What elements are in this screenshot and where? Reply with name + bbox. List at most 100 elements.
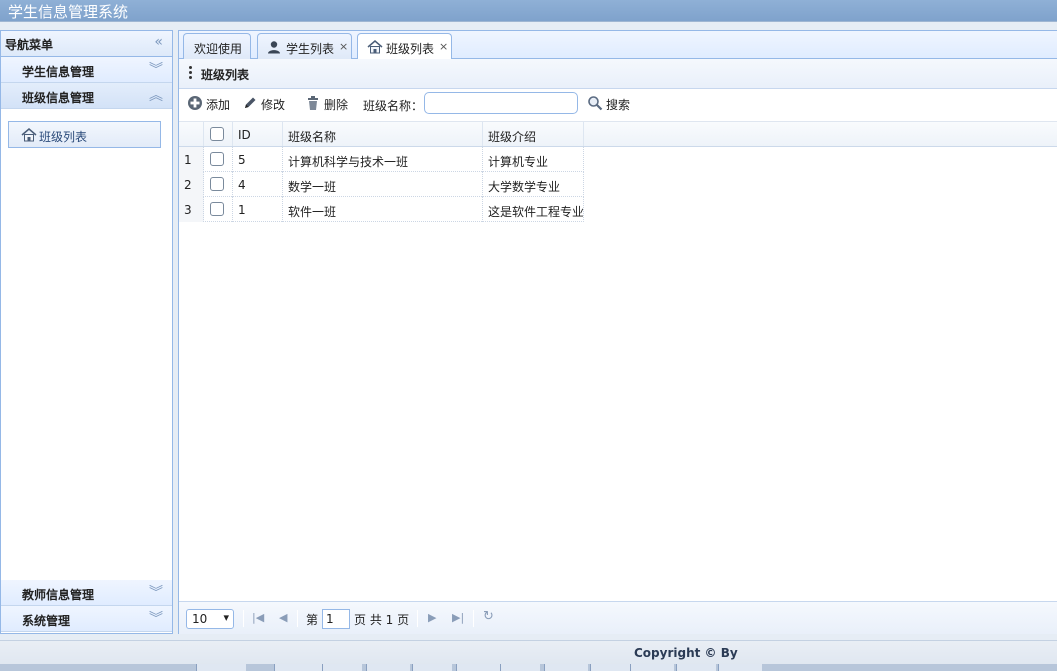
cell-intro: 这是软件工程专业: [483, 197, 584, 222]
accordion-label: 学生信息管理: [22, 65, 95, 79]
table-row[interactable]: 3 1 软件一班 这是软件工程专业: [179, 197, 584, 222]
pencil-icon: [245, 97, 256, 108]
cell-intro: 计算机专业: [483, 147, 584, 172]
nav-item-class-list[interactable]: 班级列表: [8, 121, 161, 148]
nav-item-label: 班级列表: [39, 130, 88, 144]
plus-icon: [188, 96, 202, 110]
divider: [243, 610, 244, 627]
accordion-class-info[interactable]: 班级信息管理 ︽: [1, 83, 172, 109]
col-header-intro[interactable]: 班级介绍: [483, 122, 584, 146]
refresh-icon[interactable]: ↻: [483, 609, 494, 624]
main-panel: 欢迎使用 学生列表 × 班级列表 × 班级列表 添加 修改 删除 班级名称： 搜…: [178, 30, 1057, 634]
col-header-id[interactable]: ID: [233, 122, 283, 146]
tab-class-list[interactable]: 班级列表 ×: [357, 33, 452, 60]
accordion-label: 班级信息管理: [22, 91, 95, 105]
row-number: 3: [179, 197, 204, 222]
row-checkbox[interactable]: [210, 152, 224, 166]
tab-label: 欢迎使用: [194, 42, 243, 56]
row-checkbox[interactable]: [210, 202, 224, 216]
cell-name: 数学一班: [283, 172, 483, 197]
table-row[interactable]: 2 4 数学一班 大学数学专业: [179, 172, 584, 197]
cell-name: 软件一班: [283, 197, 483, 222]
search-label-text: 搜索: [606, 98, 631, 112]
table-row[interactable]: 1 5 计算机科学与技术一班 计算机专业: [179, 147, 584, 172]
nav-panel: 导航菜单 « 学生信息管理 ︾ 班级信息管理 ︽ 班级列表 教师信息管理 ︾ 系…: [0, 30, 173, 634]
search-label: 班级名称：: [363, 99, 424, 113]
delete-button[interactable]: 删除: [305, 94, 351, 114]
row-checkbox[interactable]: [210, 177, 224, 191]
rownum-header: [179, 122, 204, 146]
col-header-name[interactable]: 班级名称: [283, 122, 483, 146]
divider: [473, 610, 474, 627]
panel-title: 班级列表: [201, 68, 250, 82]
accordion-student-info[interactable]: 学生信息管理 ︾: [1, 57, 172, 83]
chevron-down-icon: ▾: [223, 611, 229, 624]
row-checkbox-cell: [204, 147, 233, 172]
divider: [297, 610, 298, 627]
first-page-icon[interactable]: |◀: [252, 611, 264, 624]
double-chevron-down-icon[interactable]: ︾: [149, 586, 163, 600]
tab-welcome[interactable]: 欢迎使用: [183, 33, 251, 59]
select-all-checkbox[interactable]: [210, 127, 224, 141]
vertical-dots-icon: [189, 66, 193, 81]
house-icon: [367, 40, 383, 54]
page-size-select[interactable]: 10 ▾: [186, 609, 234, 629]
toolbar: 添加 修改 删除 班级名称： 搜索: [179, 89, 1057, 119]
row-number: 2: [179, 172, 204, 197]
row-checkbox-cell: [204, 172, 233, 197]
page-number-value: 1: [326, 612, 334, 626]
row-checkbox-cell: [204, 197, 233, 222]
double-chevron-up-icon[interactable]: ︽: [149, 89, 163, 103]
col-header-label: 班级名称: [288, 130, 337, 144]
page-size-value: 10: [192, 612, 208, 626]
double-chevron-down-icon[interactable]: ︾: [149, 612, 163, 626]
grid-header: ID 班级名称 班级介绍: [179, 122, 1057, 147]
house-icon: [21, 128, 37, 142]
last-page-icon[interactable]: ▶|: [452, 611, 464, 624]
class-name-search-input[interactable]: [424, 92, 578, 114]
row-number: 1: [179, 147, 204, 172]
title-bar: 学生信息管理系统: [0, 0, 1057, 22]
search-button[interactable]: 搜索: [587, 94, 637, 114]
search-icon: [588, 96, 603, 111]
divider: [417, 610, 418, 627]
class-datagrid: ID 班级名称 班级介绍 1 5 计算机科学与技术一班 计算机专业 2 4 数学…: [179, 121, 1057, 601]
app-title: 学生信息管理系统: [8, 3, 129, 21]
taskbar: [0, 664, 1057, 671]
close-icon[interactable]: ×: [439, 40, 448, 53]
edit-label: 修改: [261, 98, 286, 112]
panel-header: 班级列表: [179, 59, 1057, 89]
accordion-body: 班级列表: [1, 109, 172, 579]
select-all-header: [204, 122, 233, 146]
accordion-teacher-info[interactable]: 教师信息管理 ︾: [1, 580, 172, 606]
tab-label: 班级列表: [386, 42, 435, 56]
cell-id: 1: [233, 197, 283, 222]
cell-id: 4: [233, 172, 283, 197]
accordion-label: 教师信息管理: [22, 588, 95, 602]
pagination-bar: 10 ▾ |◀ ◀ 第 1 页 共 1 页 ▶ ▶| ↻: [179, 601, 1057, 634]
col-header-label: 班级介绍: [488, 130, 537, 144]
collapse-left-icon[interactable]: «: [154, 35, 163, 49]
page-label-before: 第: [306, 613, 319, 627]
tab-student-list[interactable]: 学生列表 ×: [257, 33, 352, 59]
add-label: 添加: [206, 98, 231, 112]
next-page-icon[interactable]: ▶: [428, 611, 436, 624]
prev-page-icon[interactable]: ◀: [279, 611, 287, 624]
nav-header: 导航菜单 «: [1, 31, 172, 57]
double-chevron-down-icon[interactable]: ︾: [149, 63, 163, 77]
copyright-text: Copyright © By: [634, 646, 738, 660]
close-icon[interactable]: ×: [339, 40, 348, 53]
user-icon: [268, 41, 280, 54]
cell-intro: 大学数学专业: [483, 172, 584, 197]
tab-strip: 欢迎使用 学生列表 × 班级列表 ×: [179, 31, 1057, 60]
accordion-label: 系统管理: [22, 614, 71, 628]
cell-id: 5: [233, 147, 283, 172]
accordion-system[interactable]: 系统管理 ︾: [1, 606, 172, 632]
nav-title: 导航菜单: [5, 38, 54, 52]
add-button[interactable]: 添加: [187, 94, 233, 114]
edit-button[interactable]: 修改: [242, 94, 288, 114]
delete-label: 删除: [324, 98, 349, 112]
trash-icon: [308, 96, 318, 110]
page-number-input[interactable]: 1: [322, 609, 350, 629]
cell-name: 计算机科学与技术一班: [283, 147, 483, 172]
